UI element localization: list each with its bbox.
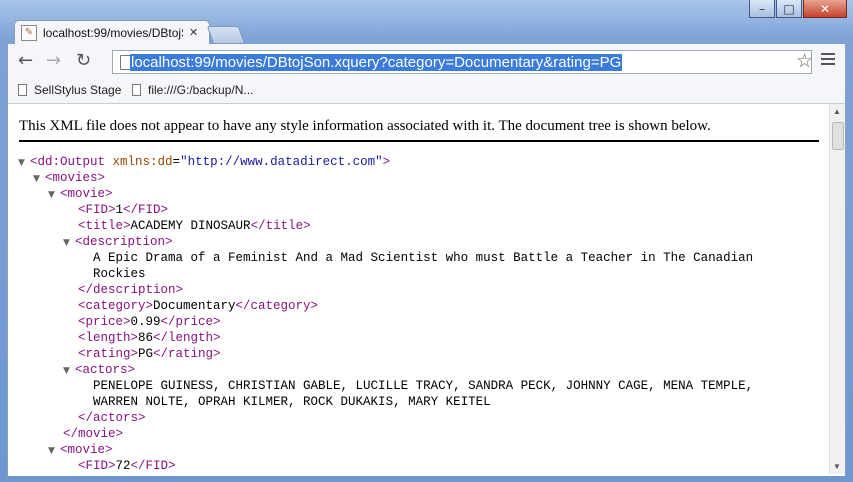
xml-tag: </title> [250,219,311,233]
xml-tag: </price> [160,315,221,329]
fid-value: 1 [115,203,124,217]
xml-tag: </actors> [78,411,146,425]
xml-line: <length>86</length> [18,330,753,346]
bookmark-label: SellStylus Stage [34,83,122,97]
xml-tag: <FID> [78,203,116,217]
xml-tag: <category> [78,299,154,313]
collapse-triangle-icon[interactable]: ▼ [33,171,45,187]
xml-line: <title>ACADEMY DINOSAUR</title> [18,218,753,234]
xml-line: <price>0.99</price> [18,314,753,330]
xml-line: </description> [18,282,753,298]
xml-line: PENELOPE GUINESS, CHRISTIAN GABLE, LUCIL… [18,378,753,394]
window-controls: – □ ✕ [749,0,847,18]
xml-line: ▼ <movies> [18,170,753,186]
xml-tag: </description> [78,283,184,297]
xml-line: ▼ <dd:Output xmlns:dd="http://www.datadir… [18,155,391,171]
xml-line: <category>Documentary</category> [18,298,753,314]
xml-line: <FID>1</FID> [18,202,753,218]
xml-line: </actors> [18,410,753,426]
xml-notice: This XML file does not appear to have an… [19,118,711,134]
vertical-scrollbar[interactable]: ▲ ▼ [829,104,845,474]
url-text[interactable]: localhost:99/movies/DBtojSon.xquery?cate… [130,54,623,71]
xml-line: <FID>72</FID> [18,458,753,474]
xml-attr-name: xmlns:dd [112,155,173,169]
fid-value: 72 [115,459,131,473]
bookmark-star-icon[interactable]: ☆ [796,50,813,72]
scroll-down-arrow-icon[interactable]: ▼ [833,462,841,471]
scrollbar-thumb[interactable] [832,122,844,150]
xml-attr-value: "http://www.datadirect.com" [180,155,383,169]
collapse-triangle-icon[interactable]: ▼ [48,443,60,459]
xml-tag: <title> [78,219,131,233]
page-icon [132,84,141,96]
xml-line: A Epic Drama of a Feminist And a Mad Sci… [18,250,753,266]
xml-line: ▼ <actors> [18,362,753,378]
xml-line: ▼ <movie> [18,442,753,458]
xml-tree: ▼ <dd:Output xmlns:dd="http://www.datadir… [18,154,753,474]
tab-active[interactable]: ✎ localhost:99/movies/DBtojSon.xquery?ca… [14,20,210,44]
xml-tag: <price> [78,315,131,329]
maximize-button[interactable]: □ [776,0,802,18]
xml-line: <rating>PG</rating> [18,346,753,362]
description-value: A Epic Drama of a Feminist And a Mad Sci… [93,251,754,265]
xml-line: Rockies [18,266,753,282]
xml-line: ▼ <description> [18,234,753,250]
xml-tag: </FID> [130,459,176,473]
xml-tag: </rating> [153,347,221,361]
collapse-triangle-icon[interactable]: ▼ [18,155,30,171]
address-bar[interactable]: localhost:99/movies/DBtojSon.xquery?cate… [112,50,813,74]
title-value: ACADEMY DINOSAUR [130,219,251,233]
collapse-triangle-icon[interactable]: ▼ [63,235,75,251]
xml-tag: > [382,155,391,169]
xml-tag: </movie> [63,427,124,441]
divider [19,140,819,142]
actors-value: WARREN NOLTE, OPRAH KILMER, ROCK DUKAKIS… [93,395,491,409]
price-value: 0.99 [130,315,161,329]
length-value: 86 [138,331,154,345]
xquery-file-icon: ✎ [21,24,37,41]
xml-tag: </FID> [123,203,169,217]
xml-tag: <movies> [45,171,106,185]
minimize-button[interactable]: – [749,0,775,18]
description-value: Rockies [93,267,146,281]
xml-tag: <movie> [60,187,113,201]
tab-close-icon[interactable]: ✕ [189,26,198,39]
xml-tag: <description> [75,235,173,249]
xml-tag: <length> [78,331,139,345]
bookmark-label: file:///G:/backup/N... [148,83,254,97]
bookmarks-bar: SellStylus Stage file:///G:/backup/N... [7,80,846,104]
category-value: Documentary [153,299,236,313]
tab-title: localhost:99/movies/DBtojSon.xquery?cate… [43,25,183,40]
xml-tag: <actors> [75,363,136,377]
xml-tag: </length> [153,331,221,345]
xml-tag: <FID> [78,459,116,473]
xml-line: </movie> [18,426,753,442]
rating-value: PG [138,347,154,361]
collapse-triangle-icon[interactable]: ▼ [63,363,75,379]
back-arrow-icon[interactable]: ← [18,52,33,70]
menu-icon[interactable] [821,53,835,68]
xml-tag: <dd:Output [30,155,106,169]
xml-tag: <movie> [60,443,113,457]
scroll-up-arrow-icon[interactable]: ▲ [833,107,841,116]
forward-arrow-icon[interactable]: → [46,52,61,70]
navigation-toolbar: ← → ↻ localhost:99/movies/DBtojSon.xquer… [7,44,846,80]
browser-window: – □ ✕ ✎ localhost:99/movies/DBtojSon.xqu… [0,0,853,482]
bookmark-item[interactable]: file:///G:/backup/N... [132,83,253,97]
page-icon [18,84,27,96]
xml-line: WARREN NOLTE, OPRAH KILMER, ROCK DUKAKIS… [18,394,753,410]
xml-line: ▼ <movie> [18,186,753,202]
xml-tag: <rating> [78,347,139,361]
close-window-button[interactable]: ✕ [803,0,847,18]
page-content: This XML file does not appear to have an… [7,104,846,476]
bookmark-item[interactable]: SellStylus Stage [18,83,121,97]
xml-tag: </category> [235,299,319,313]
reload-icon[interactable]: ↻ [76,52,91,70]
actors-value: PENELOPE GUINESS, CHRISTIAN GABLE, LUCIL… [93,379,754,393]
collapse-triangle-icon[interactable]: ▼ [48,187,60,203]
new-tab-button[interactable] [206,26,246,44]
